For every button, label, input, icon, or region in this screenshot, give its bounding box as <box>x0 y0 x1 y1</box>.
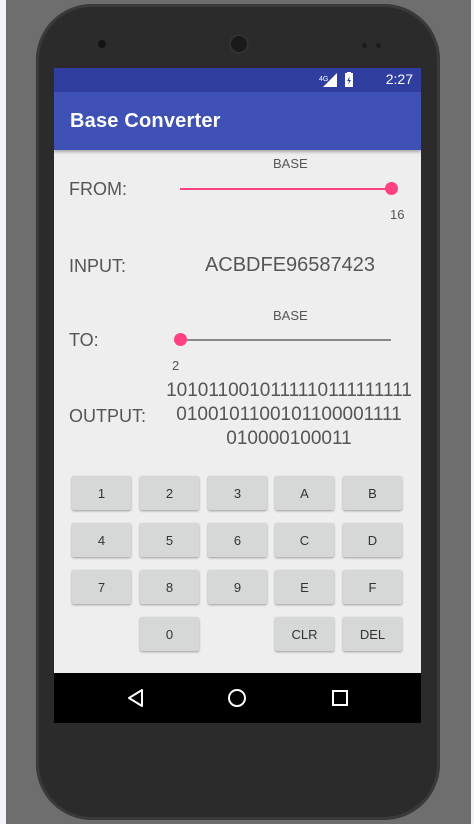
to-base-slider[interactable] <box>174 330 391 350</box>
output-line: 010000100011 <box>226 428 352 449</box>
status-bar: 4G 2:27 <box>54 68 421 92</box>
key-7-button[interactable]: 7 <box>72 570 131 604</box>
battery-icon <box>345 72 353 87</box>
output-line: 0100101100101100001111 <box>176 404 402 425</box>
clear-button[interactable]: CLR <box>275 617 334 651</box>
app-toolbar: Base Converter <box>54 92 421 150</box>
delete-button[interactable]: DEL <box>343 617 402 651</box>
output-line: 1010110010111110111111111 <box>166 380 412 401</box>
front-camera <box>98 40 106 48</box>
home-icon[interactable] <box>223 685 251 711</box>
input-label: INPUT: <box>69 256 127 276</box>
key-2-button[interactable]: 2 <box>140 476 199 510</box>
earpiece-speaker <box>229 34 249 54</box>
recents-icon[interactable] <box>326 685 354 711</box>
key-8-button[interactable]: 8 <box>140 570 199 604</box>
key-1-button[interactable]: 1 <box>72 476 131 510</box>
to-slider-track <box>180 339 391 341</box>
key-5-button[interactable]: 5 <box>140 523 199 557</box>
output-label: OUTPUT: <box>69 406 147 426</box>
to-base-value: 2 <box>172 358 180 373</box>
network-type: 4G <box>319 76 328 83</box>
proximity-sensor <box>362 43 367 48</box>
key-e-button[interactable]: E <box>275 570 334 604</box>
output-value: 1010110010111110111111111 01001011001011… <box>164 379 414 451</box>
background-edge-left <box>0 0 6 824</box>
key-3-button[interactable]: 3 <box>208 476 267 510</box>
key-9-button[interactable]: 9 <box>208 570 267 604</box>
input-value: ACBDFE96587423 <box>204 254 376 276</box>
key-a-button[interactable]: A <box>275 476 334 510</box>
key-4-button[interactable]: 4 <box>72 523 131 557</box>
key-0-button[interactable]: 0 <box>140 617 199 651</box>
to-base-caption: BASE <box>273 308 308 323</box>
signal-icon: 4G <box>319 73 337 87</box>
key-f-button[interactable]: F <box>343 570 402 604</box>
status-icons: 4G <box>319 72 369 88</box>
to-label: TO: <box>69 330 99 350</box>
to-slider-thumb[interactable] <box>174 333 187 346</box>
from-base-caption: BASE <box>273 156 308 171</box>
from-slider-thumb[interactable] <box>385 182 398 195</box>
key-6-button[interactable]: 6 <box>208 523 267 557</box>
key-b-button[interactable]: B <box>343 476 402 510</box>
device-screen: 4G 2:27 Base Converter FROM: BASE 16 INP… <box>54 68 421 723</box>
from-label: FROM: <box>69 179 127 199</box>
from-base-slider[interactable] <box>180 179 398 199</box>
status-time: 2:27 <box>385 71 413 87</box>
from-slider-track <box>180 188 391 190</box>
light-sensor <box>376 43 381 48</box>
key-c-button[interactable]: C <box>275 523 334 557</box>
app-title: Base Converter <box>70 110 221 132</box>
key-d-button[interactable]: D <box>343 523 402 557</box>
navigation-bar <box>54 673 421 723</box>
from-base-value: 16 <box>390 207 405 222</box>
back-icon[interactable] <box>122 685 150 711</box>
